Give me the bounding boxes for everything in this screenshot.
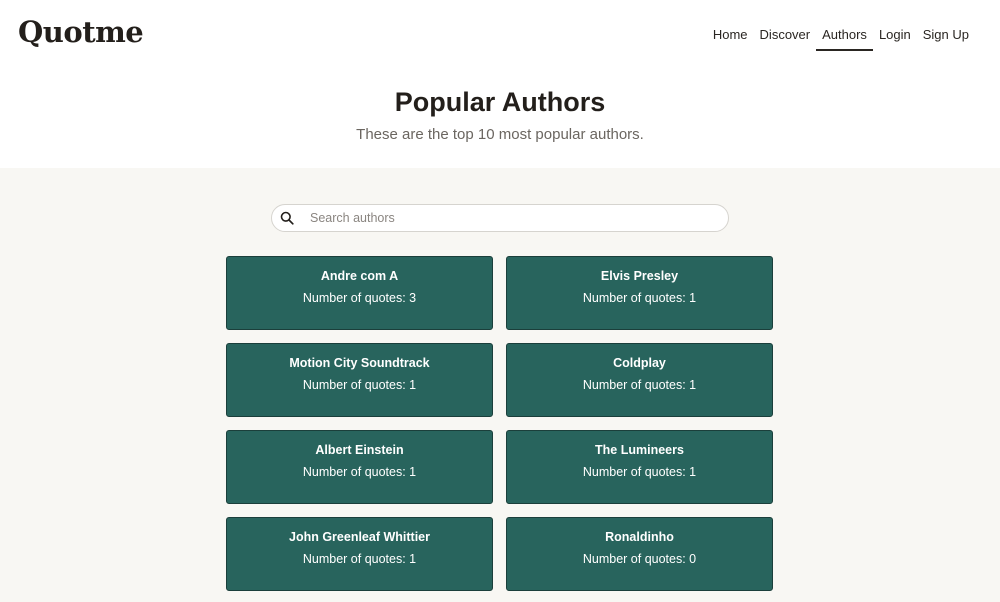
- author-card[interactable]: Coldplay Number of quotes: 1: [506, 343, 773, 417]
- quote-count: Number of quotes: 1: [302, 465, 417, 479]
- quote-count: Number of quotes: 0: [582, 552, 697, 566]
- page-subtitle: These are the top 10 most popular author…: [356, 126, 644, 143]
- quote-count: Number of quotes: 1: [302, 378, 417, 392]
- nav-home[interactable]: Home: [707, 27, 754, 51]
- author-name: Coldplay: [613, 356, 666, 370]
- author-name: John Greenleaf Whittier: [289, 530, 430, 544]
- author-card[interactable]: Albert Einstein Number of quotes: 1: [226, 430, 493, 504]
- author-name: Andre com A: [320, 269, 399, 283]
- search-input[interactable]: [310, 211, 710, 225]
- author-name: Motion City Soundtrack: [289, 356, 430, 370]
- search-bar[interactable]: [271, 204, 729, 232]
- nav-authors[interactable]: Authors: [816, 27, 873, 51]
- author-name: Ronaldinho: [605, 530, 674, 544]
- author-card[interactable]: Ronaldinho Number of quotes: 0: [506, 517, 773, 591]
- quote-count: Number of quotes: 1: [582, 291, 697, 305]
- main-content: Andre com A Number of quotes: 3 Elvis Pr…: [0, 168, 1000, 602]
- search-icon[interactable]: [280, 211, 294, 225]
- quote-count: Number of quotes: 1: [302, 552, 417, 566]
- page-title: Popular Authors: [394, 87, 606, 117]
- site-header: Quotme Home Discover Authors Login Sign …: [0, 0, 1000, 70]
- main-nav: Home Discover Authors Login Sign Up: [707, 27, 975, 51]
- authors-grid: Andre com A Number of quotes: 3 Elvis Pr…: [226, 256, 774, 591]
- nav-discover[interactable]: Discover: [754, 27, 817, 51]
- nav-signup[interactable]: Sign Up: [917, 27, 975, 51]
- author-card[interactable]: John Greenleaf Whittier Number of quotes…: [226, 517, 493, 591]
- hero-section: Popular Authors These are the top 10 mos…: [0, 70, 1000, 168]
- author-name: Elvis Presley: [600, 269, 679, 283]
- author-card[interactable]: Motion City Soundtrack Number of quotes:…: [226, 343, 493, 417]
- author-name: Albert Einstein: [315, 443, 404, 457]
- author-card[interactable]: Andre com A Number of quotes: 3: [226, 256, 493, 330]
- author-card[interactable]: The Lumineers Number of quotes: 1: [506, 430, 773, 504]
- author-name: The Lumineers: [595, 443, 684, 457]
- author-card[interactable]: Elvis Presley Number of quotes: 1: [506, 256, 773, 330]
- quote-count: Number of quotes: 3: [302, 291, 417, 305]
- logo[interactable]: Quotme: [18, 15, 144, 49]
- nav-login[interactable]: Login: [873, 27, 917, 51]
- quote-count: Number of quotes: 1: [582, 465, 697, 479]
- quote-count: Number of quotes: 1: [582, 378, 697, 392]
